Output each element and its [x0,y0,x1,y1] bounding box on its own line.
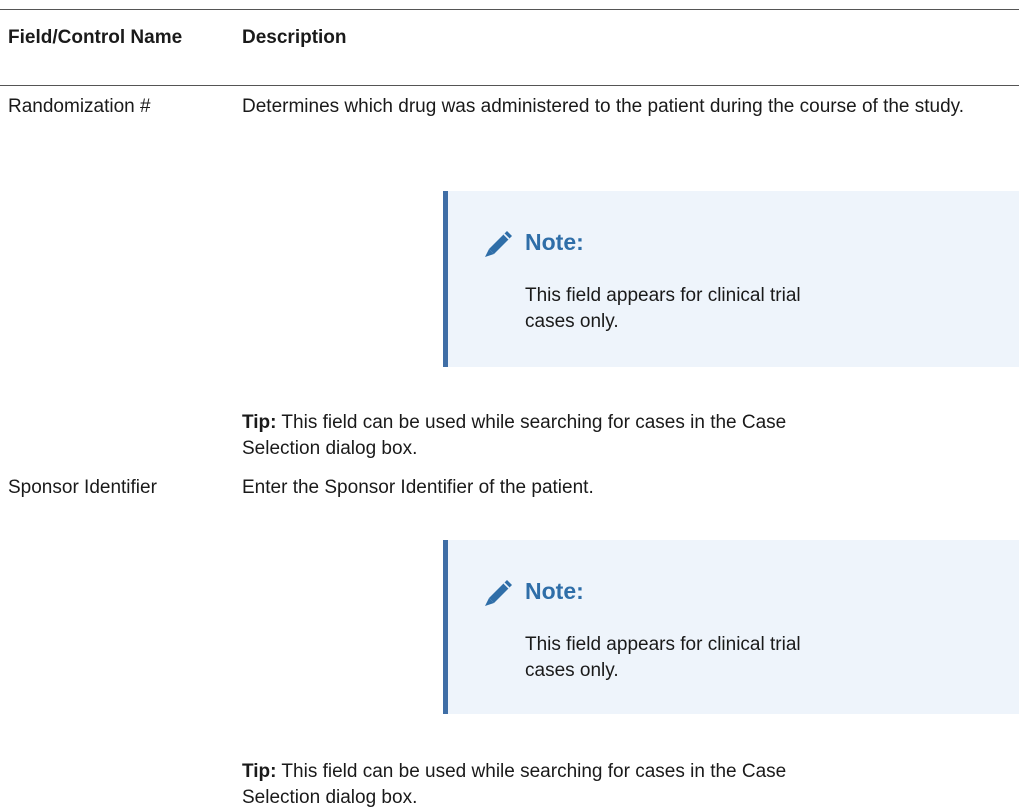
note-text: This field appears for clinical trial ca… [525,285,801,332]
pencil-icon [485,580,512,606]
tip-text: This field can be used while searching f… [242,412,787,459]
header-bottom-rule [0,85,1019,86]
note-box-randomization: Note: This field appears for clinical tr… [443,191,1019,367]
tip-randomization: Tip: This field can be used while search… [242,410,802,462]
table-top-rule [0,9,1019,10]
tip-text: This field can be used while searching f… [242,761,787,808]
note-heading: Note: [481,227,584,257]
field-description-randomization: Determines which drug was administered t… [242,96,965,117]
field-name-randomization: Randomization # [8,96,151,117]
pencil-icon [485,231,512,257]
note-title: Note: [525,229,584,255]
note-heading: Note: [481,576,584,606]
tip-label: Tip: [242,412,277,433]
tip-sponsor-identifier: Tip: This field can be used while search… [242,759,802,811]
note-title: Note: [525,578,584,604]
note-box-sponsor-identifier: Note: This field appears for clinical tr… [443,540,1019,714]
column-header-description: Description [242,27,347,48]
column-header-field-name: Field/Control Name [8,27,183,48]
tip-label: Tip: [242,761,277,782]
note-text: This field appears for clinical trial ca… [525,634,801,681]
field-description-sponsor-identifier: Enter the Sponsor Identifier of the pati… [242,477,594,498]
field-name-sponsor-identifier: Sponsor Identifier [8,477,157,498]
